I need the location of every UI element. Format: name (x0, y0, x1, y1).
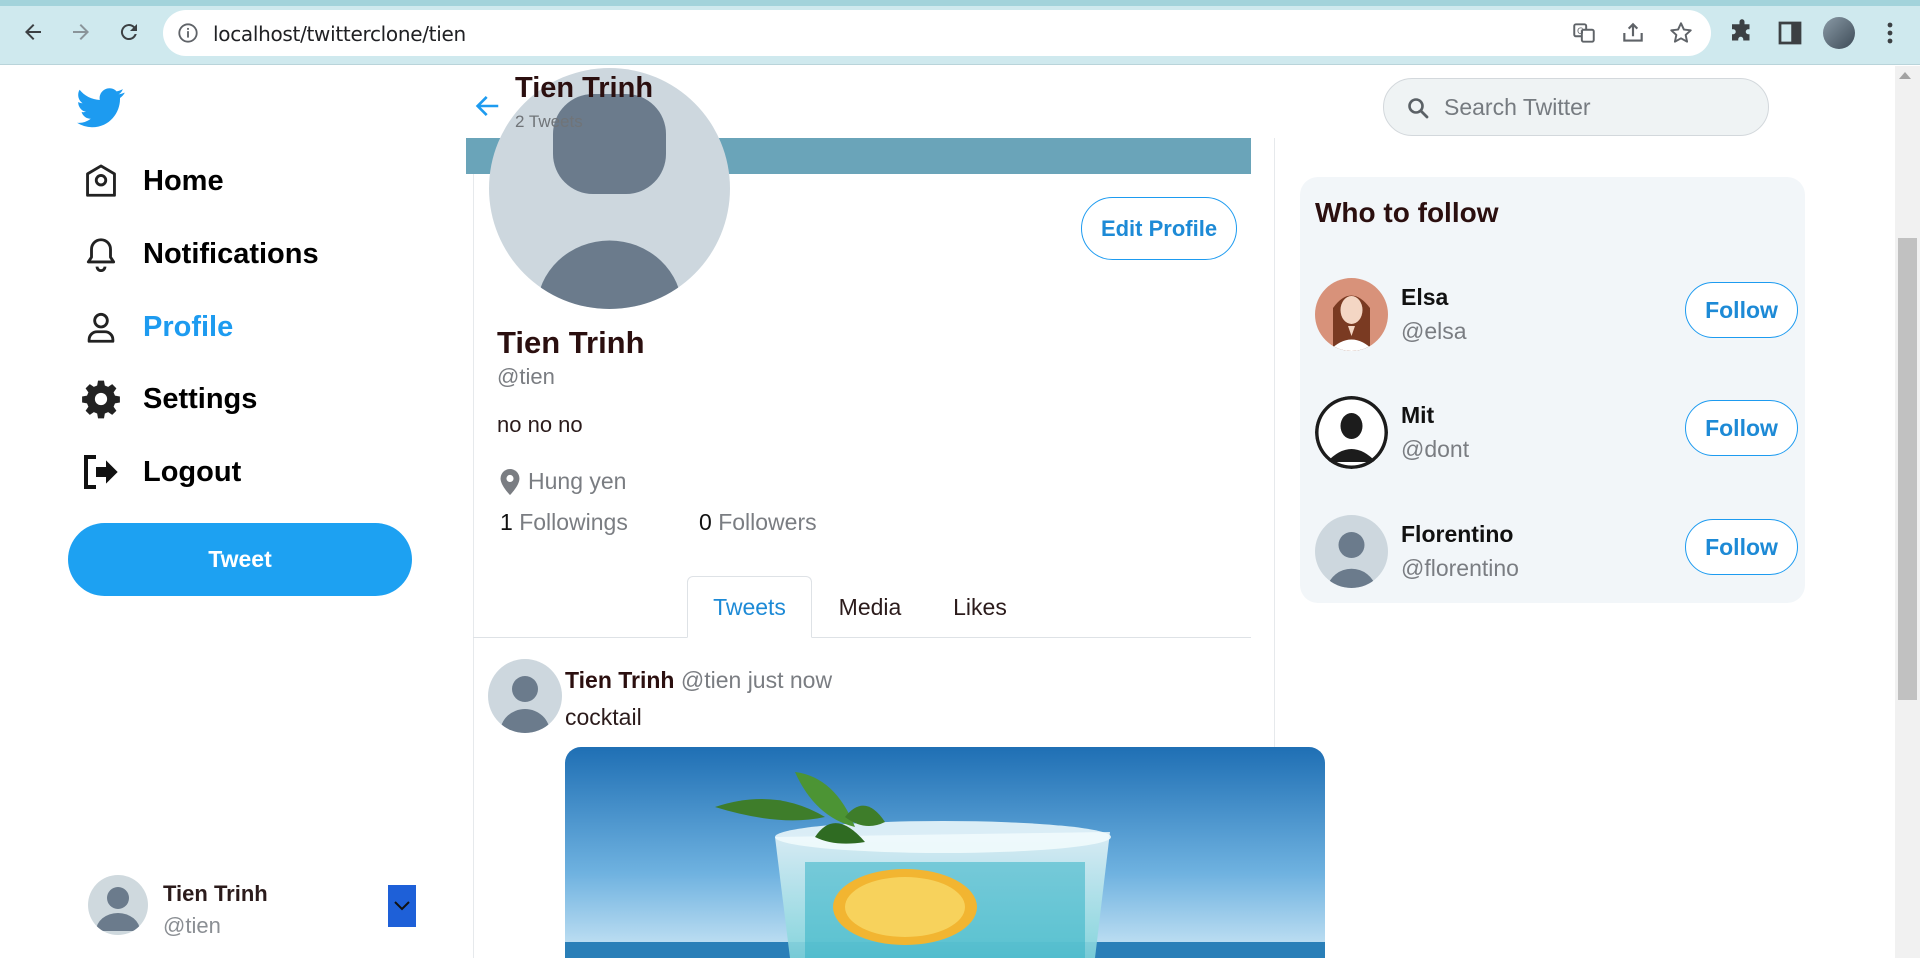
extensions-icon[interactable] (1727, 18, 1757, 48)
bell-icon (80, 233, 122, 275)
sidebar-item-label: Settings (143, 382, 258, 415)
tab-likes[interactable]: Likes (940, 576, 1020, 638)
tab-media[interactable]: Media (820, 576, 920, 638)
more-options-icon[interactable] (1880, 18, 1900, 48)
home-icon (80, 160, 122, 202)
scrollbar-thumb[interactable] (1898, 238, 1917, 700)
suggestion-handle: @florentino (1401, 555, 1519, 581)
profile-bio: no no no (497, 412, 583, 437)
followings-link[interactable]: 1 Followings (500, 509, 628, 536)
search-input[interactable] (1444, 91, 1744, 123)
location-pin-icon (500, 468, 520, 495)
who-to-follow-title: Who to follow (1315, 197, 1499, 228)
followers-label: Followers (718, 509, 817, 535)
avatar[interactable] (88, 875, 148, 935)
tweet-meta: @tien just now (680, 667, 833, 693)
scroll-up-arrow[interactable] (1899, 72, 1911, 79)
avatar[interactable] (1315, 515, 1388, 588)
followings-label: Followings (519, 509, 628, 535)
tweet-header: Tien Trinh @tien just now (565, 667, 832, 694)
browser-toolbar: localhost/twitterclone/tien G (0, 0, 1920, 65)
follow-button[interactable]: Follow (1685, 282, 1798, 338)
sidebar-item-notifications[interactable]: Notifications (80, 229, 319, 279)
reload-button[interactable] (112, 15, 146, 49)
account-handle: @tien (163, 913, 221, 938)
suggestion-handle: @dont (1401, 436, 1470, 462)
side-panel-icon[interactable] (1775, 18, 1805, 48)
chevron-down-icon (394, 901, 410, 911)
tweet-author-name[interactable]: Tien Trinh (565, 667, 674, 693)
svg-text:G: G (1577, 27, 1584, 37)
tab-tweets[interactable]: Tweets (687, 576, 812, 638)
reload-icon (120, 24, 137, 41)
forward-nav-button[interactable] (64, 15, 98, 49)
logout-icon (80, 451, 122, 493)
edit-profile-button[interactable]: Edit Profile (1081, 197, 1237, 260)
sidebar-item-label: Profile (143, 310, 234, 343)
profile-handle: @tien (497, 364, 555, 389)
tweet-image[interactable] (565, 747, 1325, 958)
star-icon[interactable] (1668, 20, 1694, 46)
suggestion-item[interactable]: Florentino @florentino Follow (1315, 515, 1800, 591)
search-icon (1408, 98, 1429, 119)
tweet-button[interactable]: Tweet (68, 523, 412, 596)
account-menu-button[interactable] (388, 885, 416, 927)
followings-count: 1 (500, 509, 513, 535)
back-nav-button[interactable] (16, 15, 50, 49)
who-to-follow-panel: Who to follow Elsa @elsa Follow Mit @don… (1300, 177, 1805, 603)
follow-button[interactable]: Follow (1685, 400, 1798, 456)
url-text[interactable]: localhost/twitterclone/tien (213, 22, 466, 46)
followers-count: 0 (699, 509, 712, 535)
suggestion-name: Elsa (1401, 284, 1449, 310)
column-divider-right (1274, 138, 1275, 750)
tweet-text: cocktail (565, 704, 642, 730)
sidebar-item-label: Home (143, 164, 224, 197)
column-divider-left (473, 138, 474, 958)
suggestion-handle: @elsa (1401, 318, 1467, 344)
sidebar-item-label: Notifications (143, 237, 319, 270)
sidebar-item-logout[interactable]: Logout (80, 447, 241, 497)
suggestion-name: Mit (1401, 402, 1435, 428)
info-icon[interactable] (177, 22, 199, 44)
twitter-logo-icon[interactable] (77, 88, 125, 128)
search-bar[interactable] (1383, 78, 1769, 136)
suggestion-item[interactable]: Elsa @elsa Follow (1315, 278, 1800, 354)
page-title: Tien Trinh (515, 72, 654, 104)
suggestion-name: Florentino (1401, 521, 1514, 547)
user-icon (80, 306, 122, 348)
account-switcher[interactable]: Tien Trinh @tien (88, 875, 428, 939)
sidebar-item-settings[interactable]: Settings (80, 374, 257, 424)
tab-strip-edge (0, 0, 1920, 6)
location-text: Hung yen (528, 468, 627, 494)
avatar[interactable] (1315, 278, 1388, 351)
sidebar-item-profile[interactable]: Profile (80, 302, 233, 352)
suggestion-item[interactable]: Mit @dont Follow (1315, 396, 1800, 472)
arrow-right-icon (73, 24, 89, 40)
tweet-count: 2 Tweets (515, 112, 583, 131)
tweet-avatar[interactable] (488, 659, 562, 733)
account-name: Tien Trinh (163, 881, 268, 906)
avatar[interactable] (1315, 396, 1388, 469)
follow-button[interactable]: Follow (1685, 519, 1798, 575)
back-arrow-icon[interactable] (472, 91, 502, 121)
translate-icon[interactable]: G (1571, 20, 1597, 46)
browser-profile-avatar[interactable] (1823, 17, 1855, 49)
profile-location: Hung yen (500, 468, 626, 495)
followers-link[interactable]: 0 Followers (699, 509, 817, 536)
gear-icon (80, 378, 122, 420)
share-icon[interactable] (1620, 20, 1646, 46)
sidebar-item-label: Logout (143, 455, 242, 488)
sidebar-item-home[interactable]: Home (80, 156, 224, 206)
profile-name: Tien Trinh (497, 325, 645, 360)
address-bar[interactable]: localhost/twitterclone/tien G (163, 10, 1711, 56)
arrow-left-icon (25, 24, 41, 40)
